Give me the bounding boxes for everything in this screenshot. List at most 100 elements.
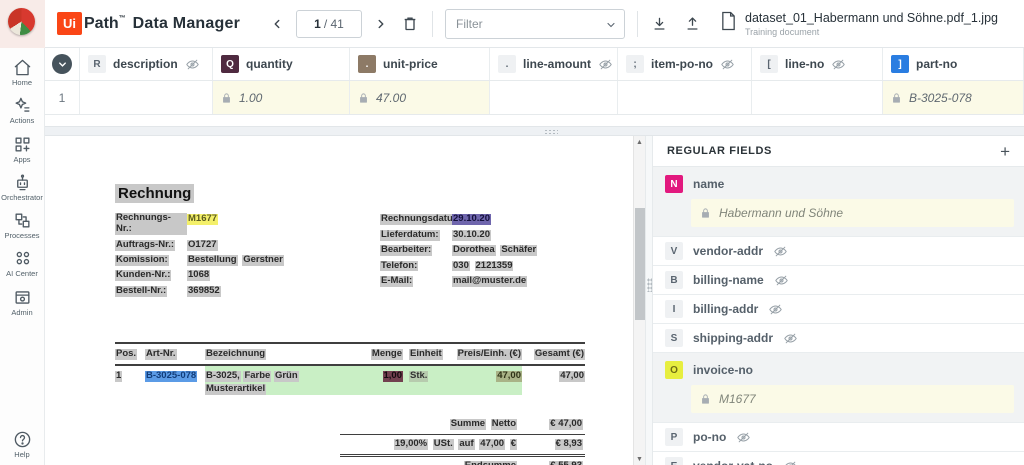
- vertical-splitter[interactable]: [645, 136, 653, 465]
- doc-word[interactable]: Farbe: [243, 370, 272, 383]
- upload-icon[interactable]: [683, 14, 702, 34]
- field-row-vendor-vat-no[interactable]: Evendor-vat-no: [653, 452, 1024, 465]
- column-header-line-no[interactable]: [ line-no: [752, 48, 883, 80]
- cell-part-no[interactable]: B-3025-078: [883, 81, 1024, 114]
- doc-word[interactable]: Summe: [449, 418, 487, 430]
- column-header-part-no[interactable]: ] part-no: [883, 48, 1024, 80]
- doc-word[interactable]: mail@muster.de: [452, 275, 528, 287]
- cell-item-po-no[interactable]: [618, 81, 752, 114]
- doc-word[interactable]: Endsumme: [463, 460, 517, 465]
- doc-word[interactable]: 30.10.20: [452, 229, 491, 241]
- scroll-up-icon[interactable]: ▲: [634, 136, 646, 148]
- doc-word[interactable]: Pos.: [115, 348, 138, 361]
- field-row-invoice-no[interactable]: Oinvoice-no M1677: [653, 353, 1024, 423]
- doc-word[interactable]: B-3025-078: [145, 370, 198, 383]
- doc-word[interactable]: 369852: [187, 285, 221, 297]
- cell-quantity[interactable]: 1.00: [213, 81, 350, 114]
- doc-word[interactable]: E-Mail:: [380, 275, 414, 287]
- doc-word[interactable]: Menge: [370, 348, 403, 361]
- sidebar-item-actions[interactable]: Actions: [0, 96, 45, 125]
- doc-word[interactable]: Musterartikel: [205, 383, 267, 396]
- previous-page-button[interactable]: [268, 15, 286, 33]
- sidebar-item-admin[interactable]: Admin: [0, 288, 45, 317]
- field-row-po-no[interactable]: Ppo-no: [653, 423, 1024, 452]
- scroll-down-icon[interactable]: ▼: [634, 453, 646, 465]
- doc-word[interactable]: auf: [458, 438, 475, 450]
- doc-word[interactable]: Rechnung: [115, 184, 195, 204]
- next-page-button[interactable]: [372, 15, 390, 33]
- doc-word[interactable]: €: [509, 438, 517, 450]
- doc-word[interactable]: 47,00: [559, 370, 585, 383]
- doc-word[interactable]: Art-Nr.: [145, 348, 177, 361]
- doc-word[interactable]: € 8,93: [554, 438, 583, 450]
- doc-word[interactable]: Gerstner: [242, 254, 284, 266]
- field-row-name[interactable]: Nname Habermann und Söhne: [653, 167, 1024, 237]
- doc-word[interactable]: Gesamt (€): [533, 348, 585, 361]
- doc-word[interactable]: Preis/Einh. (€): [456, 348, 522, 361]
- doc-word[interactable]: Bezeichnung: [205, 348, 267, 361]
- field-value-input[interactable]: M1677: [691, 385, 1014, 413]
- column-header-quantity[interactable]: Q quantity: [213, 48, 350, 80]
- doc-word[interactable]: Auftrags-Nr.:: [115, 239, 176, 251]
- delete-document-button[interactable]: [400, 13, 420, 34]
- doc-word[interactable]: 030: [452, 260, 470, 272]
- field-row-shipping-addr[interactable]: Sshipping-addr: [653, 324, 1024, 353]
- sidebar-item-apps[interactable]: Apps: [0, 135, 45, 164]
- cell-description[interactable]: [80, 81, 213, 114]
- doc-word[interactable]: Grün: [273, 370, 299, 383]
- download-icon[interactable]: [650, 14, 669, 34]
- doc-word[interactable]: 47,00: [496, 370, 522, 383]
- filter-dropdown[interactable]: [445, 8, 625, 39]
- document-preview[interactable]: Rechnung Rechnungs-Nr.: M1677 Auftrags-N…: [45, 136, 633, 465]
- doc-word[interactable]: B-3025,: [205, 370, 241, 383]
- eye-slash-icon[interactable]: [783, 332, 798, 345]
- field-row-billing-name[interactable]: Bbilling-name: [653, 266, 1024, 295]
- column-header-unit-price[interactable]: . unit-price: [350, 48, 490, 80]
- eye-slash-icon[interactable]: [720, 58, 735, 71]
- doc-word[interactable]: Bearbeiter:: [380, 244, 433, 257]
- doc-word[interactable]: 19,00%: [393, 438, 429, 450]
- eye-slash-icon[interactable]: [736, 431, 751, 444]
- column-header-description[interactable]: R description: [80, 48, 213, 80]
- doc-word[interactable]: USt.: [432, 438, 454, 450]
- eye-slash-icon[interactable]: [774, 274, 789, 287]
- field-row-billing-addr[interactable]: Ibilling-addr: [653, 295, 1024, 324]
- doc-word[interactable]: Komission:: [115, 254, 169, 266]
- doc-word[interactable]: 47,00: [479, 438, 506, 450]
- cell-unit-price[interactable]: 47.00: [350, 81, 490, 114]
- eye-slash-icon[interactable]: [185, 58, 200, 71]
- doc-word[interactable]: Lieferdatum:: [380, 229, 440, 241]
- sidebar-item-orchestrator[interactable]: Orchestrator: [0, 173, 45, 202]
- preview-scrollbar[interactable]: ▲ ▼: [633, 136, 645, 465]
- horizontal-splitter[interactable]: [45, 126, 1024, 136]
- column-header-item-po-no[interactable]: ; item-po-no: [618, 48, 752, 80]
- doc-word[interactable]: € 55,93: [549, 460, 583, 465]
- doc-word[interactable]: 29.10.20: [452, 213, 491, 226]
- sidebar-item-help[interactable]: Help: [0, 430, 45, 459]
- cell-line-no[interactable]: [752, 81, 883, 114]
- doc-word[interactable]: Stk.: [409, 370, 429, 383]
- doc-word[interactable]: Rechnungs-Nr.:: [115, 212, 187, 236]
- doc-word[interactable]: 1,00: [382, 370, 403, 383]
- column-header-line-amount[interactable]: . line-amount: [490, 48, 618, 80]
- page-indicator-input[interactable]: 1 / 41: [296, 9, 362, 38]
- scrollbar-thumb[interactable]: [634, 208, 645, 320]
- field-row-vendor-addr[interactable]: Vvendor-addr: [653, 237, 1024, 266]
- doc-word[interactable]: M1677: [187, 213, 219, 226]
- eye-slash-icon[interactable]: [598, 58, 613, 71]
- eye-slash-icon[interactable]: [783, 460, 798, 465]
- doc-word[interactable]: Kunden-Nr.:: [115, 270, 172, 282]
- doc-word[interactable]: O1727: [187, 239, 218, 251]
- doc-word[interactable]: Bestellung: [187, 254, 238, 266]
- splitter-handle-icon[interactable]: [544, 129, 559, 134]
- doc-word[interactable]: 2121359: [474, 260, 514, 272]
- doc-word[interactable]: Dorothea: [452, 244, 496, 257]
- sidebar-item-ai-center[interactable]: AI Center: [0, 249, 45, 278]
- cell-line-amount[interactable]: [490, 81, 618, 114]
- splitter-handle-icon[interactable]: [647, 278, 652, 292]
- sidebar-item-processes[interactable]: Processes: [0, 211, 45, 240]
- eye-slash-icon[interactable]: [831, 58, 846, 71]
- scrollbar-track[interactable]: [634, 148, 646, 453]
- doc-word[interactable]: 1068: [187, 270, 211, 282]
- field-value-input[interactable]: Habermann und Söhne: [691, 199, 1014, 227]
